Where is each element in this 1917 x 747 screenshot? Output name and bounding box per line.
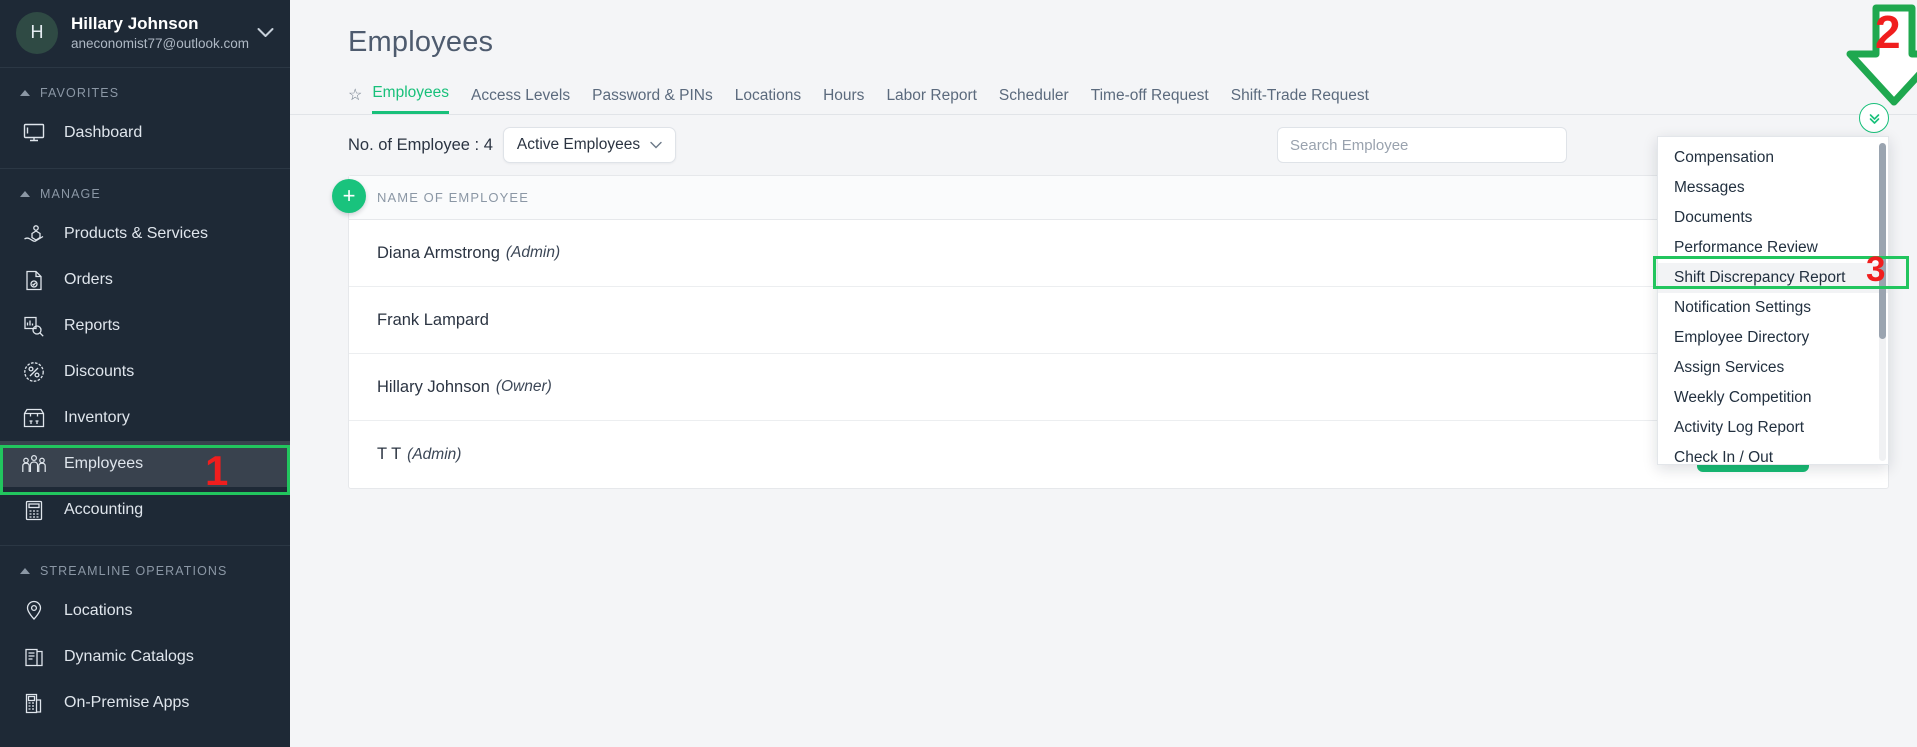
menu-item-check-in-out[interactable]: Check In / Out — [1658, 443, 1888, 465]
sidebar-item-label: Inventory — [64, 409, 130, 427]
app-root: H Hillary Johnson aneconomist77@outlook.… — [0, 0, 1917, 747]
sidebar-section-favorites[interactable]: FAVORITES — [0, 68, 290, 110]
employee-name: Diana Armstrong — [377, 244, 500, 263]
sidebar-item-reports[interactable]: Reports — [0, 303, 290, 349]
sidebar-item-orders[interactable]: Orders — [0, 257, 290, 303]
employee-filter-select[interactable]: Active Employees — [503, 127, 676, 163]
double-chevron-down-icon[interactable] — [1859, 103, 1889, 133]
menu-item-shift-discrepancy-report[interactable]: Shift Discrepancy Report — [1658, 263, 1888, 293]
document-check-icon — [20, 268, 48, 292]
sidebar-item-dynamic-catalogs[interactable]: Dynamic Catalogs — [0, 634, 290, 680]
employee-name: T T — [377, 445, 401, 464]
menu-item-employee-directory[interactable]: Employee Directory — [1658, 323, 1888, 353]
sidebar-item-label: Employees — [64, 455, 143, 473]
menu-scrollbar-thumb[interactable] — [1879, 143, 1886, 339]
catalog-icon — [20, 645, 48, 669]
sidebar-item-label: Locations — [64, 602, 133, 620]
menu-item-assign-services[interactable]: Assign Services — [1658, 353, 1888, 383]
employee-filter-value: Active Employees — [517, 136, 640, 154]
employee-name: Hillary Johnson — [377, 378, 490, 397]
sidebar-item-dashboard[interactable]: Dashboard — [0, 110, 290, 156]
calculator-icon — [20, 498, 48, 522]
user-account-block[interactable]: H Hillary Johnson aneconomist77@outlook.… — [0, 0, 290, 68]
sidebar-item-label: Discounts — [64, 363, 134, 381]
user-meta: Hillary Johnson aneconomist77@outlook.co… — [71, 13, 251, 52]
menu-item-notification-settings[interactable]: Notification Settings — [1658, 293, 1888, 323]
caret-up-icon — [20, 191, 30, 197]
avatar: H — [16, 12, 58, 54]
sidebar-section-manage[interactable]: MANAGE — [0, 169, 290, 211]
employee-role: (Admin) — [506, 244, 560, 262]
sidebar-item-locations[interactable]: Locations — [0, 588, 290, 634]
employee-role: (Owner) — [496, 378, 552, 396]
add-employee-button[interactable]: + — [332, 179, 366, 213]
people-group-icon — [20, 452, 48, 476]
tab-bar: ☆ Employees Access Levels Password & PIN… — [290, 59, 1917, 115]
caret-up-icon — [20, 90, 30, 96]
sidebar-item-label: Accounting — [64, 501, 143, 519]
tab-scheduler[interactable]: Scheduler — [999, 87, 1069, 114]
menu-item-messages[interactable]: Messages — [1658, 173, 1888, 203]
main-content: Employees ☆ Employees Access Levels Pass… — [290, 0, 1917, 747]
report-search-icon — [20, 314, 48, 338]
sidebar-item-label: Reports — [64, 317, 120, 335]
search-employee-box[interactable] — [1277, 127, 1567, 163]
monitor-icon — [20, 121, 48, 145]
sidebar-item-discounts[interactable]: Discounts — [0, 349, 290, 395]
sidebar-section-label: FAVORITES — [40, 86, 119, 100]
percent-badge-icon — [20, 360, 48, 384]
sidebar-item-label: On-Premise Apps — [64, 694, 189, 712]
chevron-down-icon — [650, 138, 662, 152]
hand-box-icon — [20, 222, 48, 246]
chevron-down-icon[interactable] — [251, 23, 274, 43]
menu-item-documents[interactable]: Documents — [1658, 203, 1888, 233]
tab-time-off-request[interactable]: Time-off Request — [1091, 87, 1209, 114]
tab-locations[interactable]: Locations — [735, 87, 801, 114]
sidebar-item-employees[interactable]: Employees — [0, 441, 290, 487]
tab-shift-trade-request[interactable]: Shift-Trade Request — [1231, 87, 1369, 114]
menu-item-weekly-competition[interactable]: Weekly Competition — [1658, 383, 1888, 413]
employee-role: (Admin) — [407, 446, 461, 464]
sidebar-section-label: STREAMLINE OPERATIONS — [40, 564, 227, 578]
sidebar-item-label: Dashboard — [64, 124, 142, 142]
inventory-box-icon — [20, 406, 48, 430]
sidebar-item-on-premise-apps[interactable]: On-Premise Apps — [0, 680, 290, 726]
sidebar-item-label: Orders — [64, 271, 113, 289]
caret-up-icon — [20, 568, 30, 574]
tab-labor-report[interactable]: Labor Report — [886, 87, 976, 114]
page-title: Employees — [290, 0, 1917, 59]
sidebar-section-streamline-operations[interactable]: STREAMLINE OPERATIONS — [0, 546, 290, 588]
employee-name: Frank Lampard — [377, 311, 489, 330]
user-name: Hillary Johnson — [71, 13, 251, 34]
menu-items: Compensation Messages Documents Performa… — [1658, 137, 1888, 465]
map-pin-icon — [20, 599, 48, 623]
sidebar-item-label: Products & Services — [64, 225, 208, 243]
search-input[interactable] — [1290, 137, 1554, 154]
star-outline-icon[interactable]: ☆ — [348, 85, 362, 114]
sidebar-item-label: Dynamic Catalogs — [64, 648, 194, 666]
employee-count-label: No. of Employee : 4 — [348, 136, 493, 155]
sidebar-item-products-services[interactable]: Products & Services — [0, 211, 290, 257]
terminal-device-icon — [20, 691, 48, 715]
tab-hours[interactable]: Hours — [823, 87, 864, 114]
user-email: aneconomist77@outlook.com — [71, 36, 251, 52]
tab-employees[interactable]: Employees — [372, 84, 449, 114]
tab-access-levels[interactable]: Access Levels — [471, 87, 570, 114]
menu-item-activity-log-report[interactable]: Activity Log Report — [1658, 413, 1888, 443]
tab-password-pins[interactable]: Password & PINs — [592, 87, 713, 114]
employee-actions-menu: Compensation Messages Documents Performa… — [1657, 136, 1889, 465]
sidebar: H Hillary Johnson aneconomist77@outlook.… — [0, 0, 290, 747]
sidebar-item-inventory[interactable]: Inventory — [0, 395, 290, 441]
sidebar-section-label: MANAGE — [40, 187, 101, 201]
menu-item-performance-review[interactable]: Performance Review — [1658, 233, 1888, 263]
menu-item-compensation[interactable]: Compensation — [1658, 143, 1888, 173]
sidebar-item-accounting[interactable]: Accounting — [0, 487, 290, 533]
